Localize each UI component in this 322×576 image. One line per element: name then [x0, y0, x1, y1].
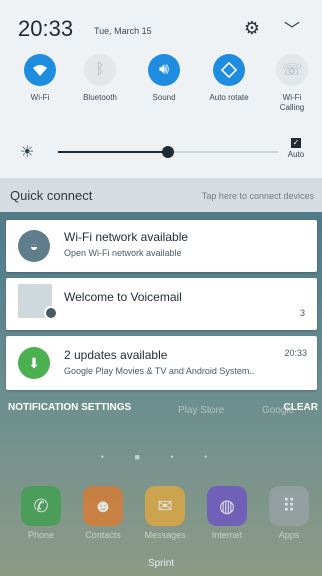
dock-app-label: Internet — [211, 530, 243, 540]
tile-label: Bluetooth — [83, 93, 117, 102]
notification-wifi[interactable]: ◒ Wi-Fi network available Open Wi-Fi net… — [6, 220, 317, 272]
phone-icon: ✆ — [21, 486, 61, 526]
check-icon: ✓ — [291, 138, 301, 148]
tile-bluetooth[interactable]: ᛒ Bluetooth — [70, 54, 130, 103]
dock-app-label: Phone — [27, 530, 55, 540]
wifi-network-icon: ◒ — [18, 230, 50, 262]
dock-app-label: Apps — [278, 530, 300, 540]
rotate-icon — [213, 54, 245, 86]
dock: ✆ Phone ☻ Contacts ✉ Messages ◍ Internet… — [0, 486, 322, 550]
tile-sound[interactable]: 🔊︎ Sound — [134, 54, 194, 103]
dock-app-internet[interactable]: ◍ Internet — [204, 486, 250, 540]
notification-count: 3 — [299, 308, 305, 318]
notification-title: Wi-Fi network available — [64, 230, 189, 244]
brightness-slider[interactable] — [58, 146, 278, 158]
tile-auto-rotate[interactable]: Auto rotate — [198, 54, 260, 103]
dock-app-contacts[interactable]: ☻ Contacts — [80, 486, 126, 540]
gear-icon[interactable]: ⚙ — [244, 18, 260, 39]
dock-app-label: Contacts — [85, 530, 121, 540]
page-indicator: • ■ • • — [100, 452, 222, 462]
tile-label: Sound — [152, 93, 176, 102]
speaker-icon: 🔊︎ — [148, 54, 180, 86]
tile-label: Wi-Fi — [30, 93, 50, 102]
clock: 20:33 — [18, 16, 74, 41]
messages-icon: ✉ — [145, 486, 185, 526]
wifi-calling-icon: ☏ — [276, 54, 308, 86]
quick-settings: Wi-Fi ᛒ Bluetooth 🔊︎ Sound Auto rotate ☏… — [0, 54, 322, 132]
status-header: 20:33 Tue, March 15 ⚙ ﹀ — [8, 12, 314, 42]
brightness-thumb[interactable] — [162, 146, 174, 158]
brightness-control: ☀ ✓ Auto — [14, 138, 314, 170]
dock-app-messages[interactable]: ✉ Messages — [142, 486, 188, 540]
quick-connect-bar[interactable]: Quick connect Tap here to connect device… — [0, 178, 322, 212]
chevron-down-icon[interactable]: ﹀ — [284, 16, 300, 40]
tile-label: Auto rotate — [209, 93, 249, 102]
dock-app-phone[interactable]: ✆ Phone — [18, 486, 64, 540]
auto-brightness-toggle[interactable]: ✓ Auto — [278, 138, 314, 159]
wifi-icon — [24, 54, 56, 86]
notification-time: 20:33 — [284, 348, 307, 358]
quick-connect-label: Quick connect — [10, 188, 93, 203]
notification-panel: 20:33 Tue, March 15 ⚙ ﹀ Wi-Fi ᛒ Bluetoot… — [0, 0, 322, 212]
notification-subtitle: Open Wi-Fi network available — [64, 248, 182, 258]
notification-title: 2 updates available — [64, 348, 168, 362]
globe-icon: ◍ — [207, 486, 247, 526]
tile-label: Wi-Fi Calling — [279, 93, 305, 112]
update-icon: ⬇ — [18, 347, 50, 379]
contacts-icon: ☻ — [83, 486, 123, 526]
clear-button[interactable]: CLEAR — [284, 402, 318, 413]
auto-label: Auto — [287, 150, 305, 159]
notification-settings-button[interactable]: NOTIFICATION SETTINGS — [8, 402, 131, 413]
apps-grid-icon: ⠿ — [269, 486, 309, 526]
notification-voicemail[interactable]: Welcome to Voicemail 3 — [6, 278, 317, 330]
date: Tue, March 15 — [94, 26, 152, 36]
dock-app-apps[interactable]: ⠿ Apps — [266, 486, 312, 540]
notification-updates[interactable]: ⬇ 2 updates available Google Play Movies… — [6, 336, 317, 390]
bluetooth-icon: ᛒ — [84, 54, 116, 86]
notification-footer: NOTIFICATION SETTINGS CLEAR — [0, 400, 322, 418]
brightness-fill — [58, 151, 168, 153]
notification-subtitle: Google Play Movies & TV and Android Syst… — [64, 366, 255, 376]
tile-wifi[interactable]: Wi-Fi — [10, 54, 70, 103]
carrier-name: Sprint — [147, 558, 175, 569]
notification-title: Welcome to Voicemail — [64, 290, 182, 304]
quick-connect-hint[interactable]: Tap here to connect devices — [202, 191, 314, 201]
tile-wifi-calling[interactable]: ☏ Wi-Fi Calling — [262, 54, 322, 113]
voicemail-icon — [44, 306, 58, 320]
brightness-icon: ☀ — [20, 144, 35, 161]
dock-app-label: Messages — [144, 530, 186, 540]
